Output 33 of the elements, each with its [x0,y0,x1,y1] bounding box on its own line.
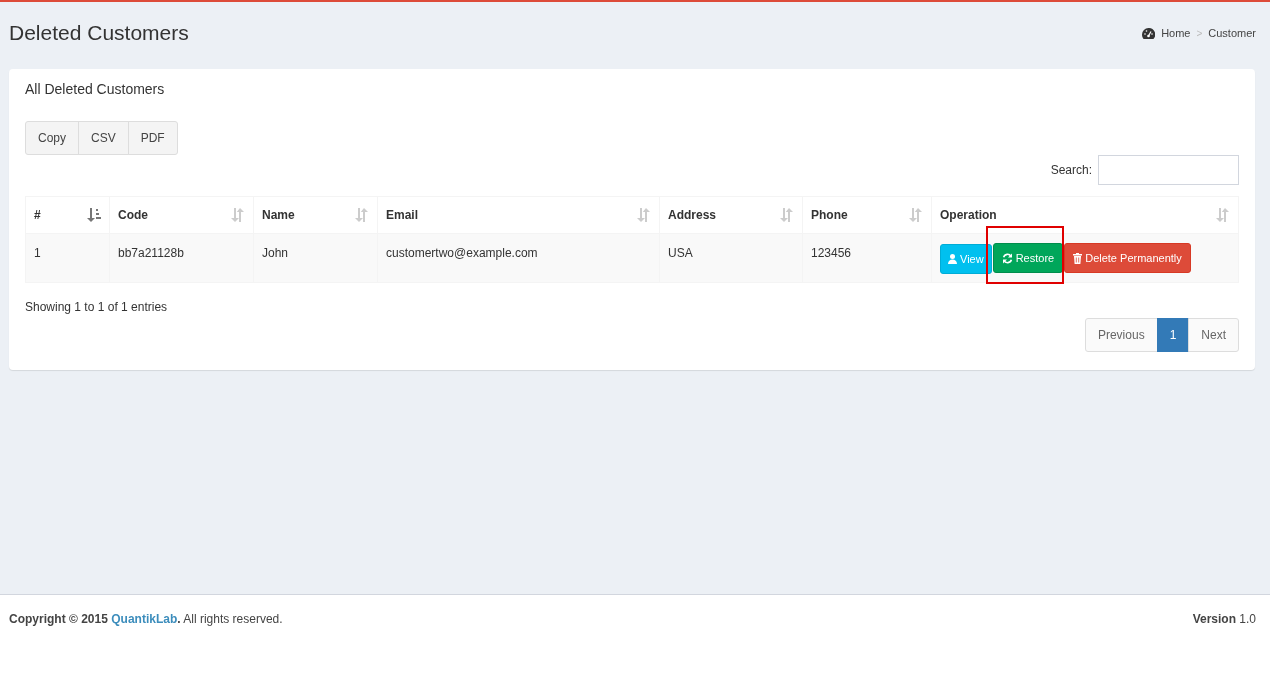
column-header[interactable]: Address [659,196,803,234]
copyright-text: Copyright © 2015 QuantikLab. All rights reserved. [9,612,283,626]
pagination-button[interactable]: Next [1188,317,1239,352]
entries-info: Showing 1 to 1 of 1 entries [25,299,169,314]
table-cell: 1 [25,233,110,282]
user-icon [948,253,957,264]
column-header[interactable]: Name [253,196,378,234]
export-button[interactable]: CSV [78,121,129,155]
table-cell: USA [659,233,803,282]
table-cell: customertwo@example.com [377,233,660,282]
pagination-button[interactable]: Previous [1084,317,1158,352]
table-cell: John [253,233,378,282]
column-header[interactable]: Email [377,196,660,234]
column-header[interactable]: Operation [931,196,1239,234]
column-header[interactable]: Code [109,196,254,234]
table-cell: bb7a21128b [109,233,254,282]
delete-button[interactable]: Delete Permanently [1064,243,1191,273]
export-button[interactable]: Copy [25,121,79,155]
version-text: Version 1.0 [1192,612,1256,626]
breadcrumb-current: Customer [1208,27,1256,39]
refresh-icon [1001,252,1013,264]
column-header[interactable]: # [25,196,110,234]
breadcrumb-separator: > [1196,27,1203,39]
dashboard-icon [1142,27,1156,39]
card-title: All Deleted Customers [25,81,166,97]
search-label: Search: [1050,163,1092,177]
breadcrumb-link[interactable]: Home [1161,27,1191,39]
trash-icon [1073,252,1083,264]
table-cell: 123456 [802,233,932,282]
export-button[interactable]: PDF [127,121,178,155]
column-header[interactable]: Phone [802,196,932,234]
page-title: Deleted Customers [9,21,189,45]
search-field[interactable] [1098,155,1239,185]
